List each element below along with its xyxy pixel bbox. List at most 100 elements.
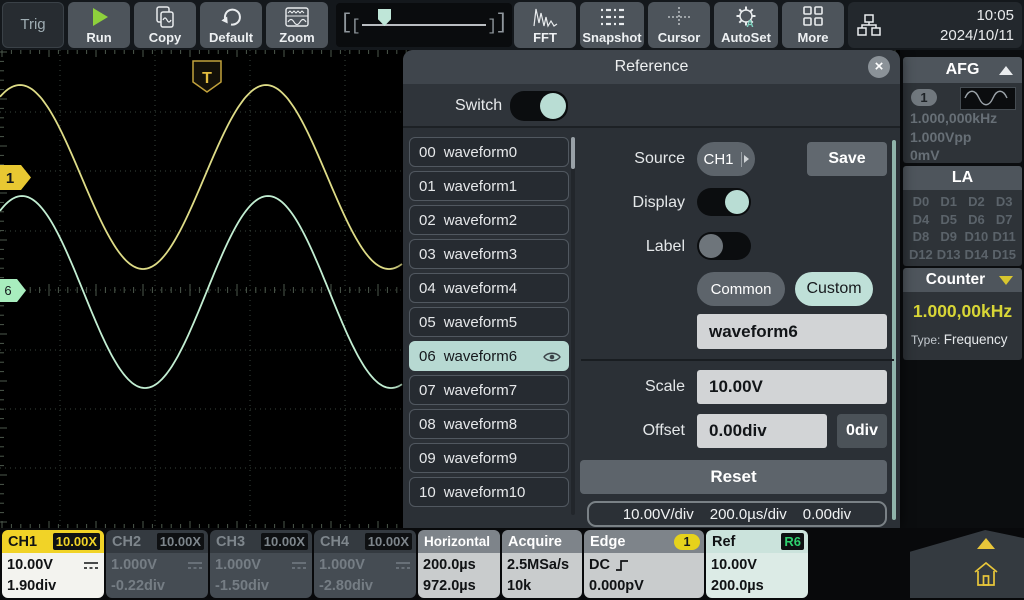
display-toggle[interactable]	[697, 188, 751, 216]
ch4-status-tile[interactable]: CH4 10.00X 1.000V -2.80div	[314, 530, 416, 598]
counter-panel[interactable]: 1.000,00kHz Type: Frequency	[903, 292, 1022, 360]
la-channel-d10: D10	[963, 229, 991, 244]
toggle-knob	[699, 234, 723, 258]
scale-input[interactable]: 10.00V	[697, 370, 887, 404]
la-channel-d11: D11	[990, 229, 1018, 244]
close-button[interactable]: ×	[868, 56, 890, 78]
label-toggle[interactable]	[697, 232, 751, 260]
snapshot-button[interactable]: Snapshot	[580, 2, 644, 48]
clock-time: 10:05	[940, 6, 1014, 26]
waveform-list: 00waveform0 01waveform1 02waveform2 03wavef…	[409, 137, 569, 511]
common-button[interactable]: Common	[697, 272, 785, 306]
counter-type: Type: Frequency	[911, 332, 1008, 347]
waveform-name: waveform6	[444, 348, 517, 365]
ref-status-tile[interactable]: Ref R6 10.00V 200.0µs	[706, 530, 808, 598]
waveform-list-item-09[interactable]: 09waveform9	[409, 443, 569, 473]
list-scrollbar[interactable]	[571, 137, 575, 515]
ch2-status-tile[interactable]: CH2 10.00X 1.000V -0.22div	[106, 530, 208, 598]
la-channel-d6: D6	[963, 212, 991, 227]
horizontal-delay: 972.0µs	[423, 576, 495, 597]
collapse-down-icon	[999, 276, 1013, 285]
waveform-list-item-05[interactable]: 05waveform5	[409, 307, 569, 337]
copy-button[interactable]: Copy	[134, 2, 196, 48]
waveform-list-item-10[interactable]: 10waveform10	[409, 477, 569, 507]
waveform-name: waveform2	[444, 212, 517, 229]
offset-input[interactable]: 0.00div	[697, 414, 827, 448]
ref-offset-readout: 0.00div	[803, 506, 851, 523]
source-dropdown-divider	[741, 152, 742, 167]
afg-channel-badge: 1	[911, 89, 937, 106]
source-select[interactable]: CH1	[697, 142, 755, 176]
run-button[interactable]: Run	[68, 2, 130, 48]
reference-switch-toggle[interactable]	[510, 91, 568, 121]
fft-button[interactable]: FFT	[514, 2, 576, 48]
reset-button[interactable]: Reset	[580, 460, 887, 494]
trig-button[interactable]: Trig	[2, 2, 64, 48]
ref-timebase: 200.0µs	[711, 576, 803, 597]
zoom-button[interactable]: Zoom	[266, 2, 328, 48]
ch3-status-tile[interactable]: CH3 10.00X 1.000V -1.50div	[210, 530, 312, 598]
dialog-title: Reference	[403, 50, 900, 84]
waveform-list-item-04[interactable]: 04 waveform4	[409, 273, 569, 303]
home-button[interactable]	[972, 560, 1000, 588]
waveform-index: 01	[419, 178, 436, 195]
la-channel-d14: D14	[963, 247, 991, 262]
more-button[interactable]: More	[782, 2, 844, 48]
la-channel-d9: D9	[935, 229, 963, 244]
oscilloscope-screen: T 1 6 Trig Run Copy De	[0, 0, 1024, 600]
divider	[581, 359, 894, 361]
ch2-offset: -0.22div	[111, 576, 203, 597]
horizontal-status-tile[interactable]: Horizontal 200.0µs 972.0µs	[418, 530, 500, 598]
waveform-list-item-03[interactable]: 03waveform3	[409, 239, 569, 269]
fft-spectrum-icon	[532, 5, 558, 29]
ch4-probe-badge: 10.00X	[365, 533, 412, 550]
ch1-position-marker[interactable]	[0, 165, 31, 190]
offset-zero-button[interactable]: 0div	[837, 414, 887, 448]
waveform-list-item-07[interactable]: 07waveform7	[409, 375, 569, 405]
waveform-name: waveform0	[444, 144, 517, 161]
la-channel-d12: D12	[907, 247, 935, 262]
acquire-status-tile[interactable]: Acquire 2.5MSa/s 10k	[502, 530, 582, 598]
cursor-button[interactable]: Cursor	[648, 2, 710, 48]
waveform-index: 07	[419, 382, 436, 399]
ch1-status-tile[interactable]: CH1 10.00X 10.00V 1.90div	[2, 530, 104, 598]
waveform-list-item-08[interactable]: 08waveform8	[409, 409, 569, 439]
network-icon	[856, 12, 882, 38]
toggle-knob	[540, 93, 566, 119]
la-channel-d5: D5	[935, 212, 963, 227]
trigger-status-tile[interactable]: Edge 1 DC 0.000pV	[584, 530, 704, 598]
waveform-list-item-00[interactable]: 00waveform0	[409, 137, 569, 167]
waveform-list-item-02[interactable]: 02waveform2	[409, 205, 569, 235]
afg-panel[interactable]: 1 1.000,000kHz 1.000Vpp 0mV	[903, 83, 1022, 163]
waveform-list-item-06[interactable]: 06waveform6	[409, 341, 569, 371]
la-panel-header[interactable]: LA	[903, 166, 1022, 190]
counter-panel-header[interactable]: Counter	[903, 268, 1022, 292]
waveform-index: 04	[419, 280, 436, 297]
trigger-position-bar[interactable]: [ [ ] ]	[336, 3, 512, 47]
display-label: Display	[583, 186, 685, 220]
panel-scrollbar[interactable]	[892, 140, 896, 520]
dialog-header: Reference ×	[403, 50, 900, 84]
afg-offset: 0mV	[910, 147, 940, 163]
expand-up-icon[interactable]	[977, 538, 995, 549]
save-button[interactable]: Save	[807, 142, 887, 176]
scale-label: Scale	[583, 370, 685, 404]
ch2-probe-badge: 10.00X	[157, 533, 204, 550]
sample-rate: 2.5MSa/s	[507, 555, 577, 576]
waveform-index: 05	[419, 314, 436, 331]
waveform-name-input[interactable]: waveform6	[697, 314, 887, 349]
switch-row: Switch	[403, 84, 900, 128]
top-toolbar: Trig Run Copy Default	[0, 0, 1024, 50]
la-panel[interactable]: D0D1D2D3D4D5D6D7D8D9D10D11D12D13D14D15	[903, 190, 1022, 266]
custom-button[interactable]: Custom	[795, 272, 873, 306]
waveform-name: waveform4	[444, 280, 517, 297]
status-clock-tile: 10:05 2024/10/11	[848, 2, 1022, 48]
waveform-list-item-01[interactable]: 01waveform1	[409, 171, 569, 201]
afg-panel-header[interactable]: AFG	[903, 57, 1022, 83]
default-button[interactable]: Default	[200, 2, 262, 48]
left-inner-bracket-icon: [	[351, 16, 361, 37]
trigger-coupling: DC	[589, 555, 610, 576]
dc-coupling-icon	[395, 561, 411, 571]
trigger-source-badge: 1	[674, 534, 700, 550]
autoset-button[interactable]: A AutoSet	[714, 2, 778, 48]
